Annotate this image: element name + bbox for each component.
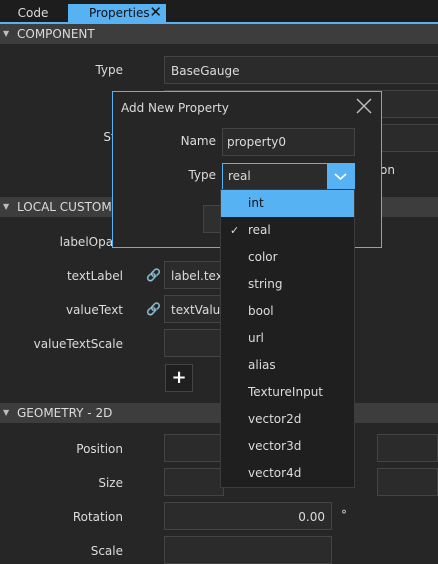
dialog-type-label: Type [188, 168, 216, 182]
property-name-input[interactable]: property0 [222, 128, 355, 156]
label-opacity-label: labelOpaci [59, 235, 123, 249]
link-icon[interactable]: 🔗 [146, 302, 161, 316]
type-dropdown-list: int ✓ real color string bool url alias T… [220, 189, 355, 488]
type-field[interactable]: BaseGauge [164, 56, 438, 84]
dropdown-option-vector3d[interactable]: vector3d [221, 433, 354, 460]
value-text-value: textValue. [171, 303, 232, 317]
dropdown-option-vector2d[interactable]: vector2d [221, 406, 354, 433]
section-title: GEOMETRY - 2D [17, 406, 113, 420]
checkmark-icon: ✓ [230, 224, 240, 237]
collapse-triangle-icon[interactable]: ▼ [3, 24, 9, 44]
section-title: LOCAL CUSTOM P [17, 200, 123, 214]
scale-label: Scale [90, 544, 123, 558]
dropdown-option-textureinput[interactable]: TextureInput [221, 379, 354, 406]
dialog-name-label: Name [180, 134, 216, 148]
rotation-field[interactable]: 0.00 [164, 502, 332, 530]
size-w-field[interactable] [164, 468, 224, 496]
tab-code[interactable]: Code [0, 4, 66, 22]
size-label: Size [98, 476, 123, 490]
dropdown-option-int[interactable]: int [221, 190, 354, 217]
type-label: Type [95, 63, 123, 77]
rotation-value: 0.00 [298, 510, 325, 524]
collapse-triangle-icon[interactable]: ▼ [3, 197, 9, 217]
state-label: Sta [3, 128, 123, 146]
text-label-label: textLabel [66, 269, 123, 283]
dropdown-option-real[interactable]: ✓ real [221, 217, 354, 244]
chevron-down-icon[interactable] [327, 164, 354, 189]
add-property-button[interactable]: + [165, 364, 193, 392]
dropdown-option-url[interactable]: url [221, 325, 354, 352]
value-text-label: valueText [65, 303, 123, 317]
tab-properties[interactable]: Properties ✕ [68, 4, 166, 22]
text-label-field[interactable]: label.text [164, 261, 228, 289]
dropdown-option-color[interactable]: color [221, 244, 354, 271]
type-value: BaseGauge [171, 64, 240, 78]
position-x-field[interactable] [164, 434, 224, 462]
rotation-unit: ° [341, 508, 347, 522]
position-y-field[interactable] [377, 434, 438, 462]
value-text-scale-field[interactable] [164, 329, 224, 357]
dropdown-option-bool[interactable]: bool [221, 298, 354, 325]
dropdown-option-alias[interactable]: alias [221, 352, 354, 379]
section-component[interactable]: ▼ COMPONENT [0, 24, 438, 44]
dropdown-option-string[interactable]: string [221, 271, 354, 298]
close-icon[interactable]: ✕ [149, 4, 162, 21]
section-title: COMPONENT [17, 27, 95, 41]
close-icon[interactable] [355, 97, 373, 115]
dialog-title: Add New Property [121, 101, 229, 115]
text-label-value: label.text [171, 269, 228, 283]
value-text-field[interactable]: textValue. [164, 295, 232, 323]
collapse-triangle-icon[interactable]: ▼ [3, 403, 9, 423]
value-text-scale-label: valueTextScale [33, 337, 123, 351]
property-type-select[interactable]: real [222, 163, 355, 190]
section-geometry[interactable]: ▼ GEOMETRY - 2D [0, 403, 438, 423]
plus-icon: + [171, 367, 187, 388]
link-icon[interactable]: 🔗 [146, 268, 161, 282]
dropdown-option-label: real [248, 223, 271, 237]
size-h-field[interactable] [377, 468, 438, 496]
rotation-label: Rotation [72, 510, 123, 524]
position-label: Position [76, 442, 123, 456]
dropdown-option-vector4d[interactable]: vector4d [221, 460, 354, 487]
side-text: on [380, 163, 395, 177]
scale-field[interactable] [164, 536, 332, 564]
property-name-value: property0 [227, 135, 287, 149]
property-type-value: real [228, 169, 251, 183]
tab-properties-label: Properties [89, 6, 150, 20]
